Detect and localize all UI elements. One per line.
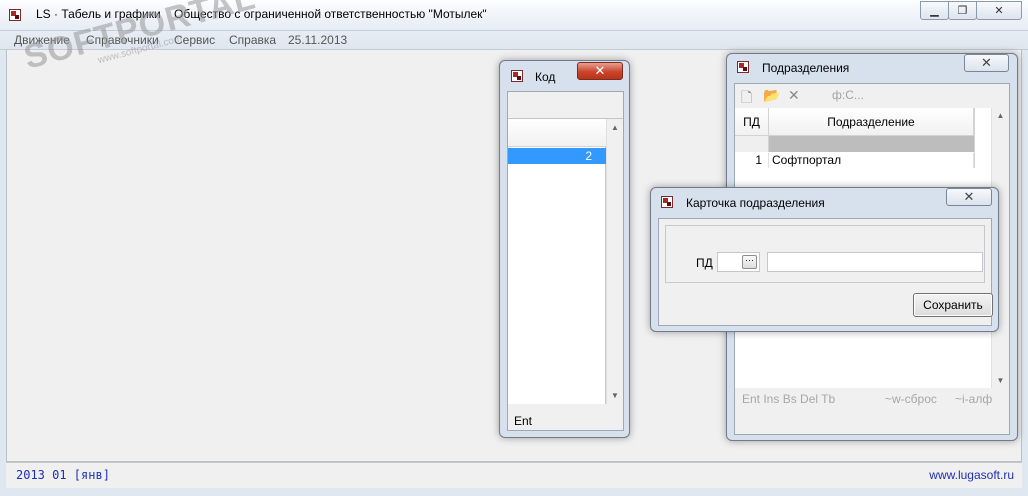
restore-icon: ❐ (957, 5, 968, 17)
menu-date: 25.11.2013 (288, 33, 348, 47)
close-button[interactable]: ✕ (976, 1, 1022, 20)
hint-keys: Ent Ins Bs Del Tb (742, 392, 836, 406)
name-input[interactable] (767, 252, 983, 272)
status-website[interactable]: www.lugasoft.ru (929, 468, 1014, 482)
kod-column-header (508, 119, 606, 147)
new-row-marker (735, 136, 769, 152)
menu-bar: Движение Справочники Сервис Справка 25.1… (0, 31, 1028, 50)
scroll-up-icon[interactable]: ▲ (607, 123, 623, 132)
column-header-pd[interactable]: ПД (735, 108, 769, 136)
close-icon: ✕ (994, 5, 1004, 17)
menu-item-servis[interactable]: Сервис (174, 33, 215, 47)
scroll-down-icon[interactable]: ▼ (607, 391, 623, 400)
kod-window-title: Код (535, 70, 556, 84)
filter-indicator: ф:С... (832, 88, 864, 102)
podrazdeleniya-window-icon (737, 61, 749, 73)
podrazdeleniya-grid[interactable]: ПД Подразделение 1 Софтпортал (735, 108, 974, 169)
status-period: 2013 01 [янв] (16, 468, 110, 482)
pd-input[interactable]: ··· (717, 252, 760, 272)
close-icon: ✕ (981, 55, 992, 70)
kod-close-button[interactable]: ✕ (577, 62, 623, 80)
kod-list[interactable]: 2 (508, 119, 606, 404)
kartochka-window-icon (661, 196, 673, 208)
caption-buttons: ▁ ❐ ✕ (920, 1, 1022, 20)
podrazdeleniya-window-title: Подразделения (762, 61, 850, 75)
scroll-up-icon[interactable]: ▲ (992, 111, 1009, 120)
hint-reset: ~w-сброс (885, 392, 937, 406)
selected-row[interactable] (769, 136, 974, 152)
podrazdeleniya-toolbar: 🗋 📂 ✕ ф:С... (735, 84, 1009, 108)
grid-right-header (974, 108, 991, 168)
kod-footer-hint: Ent (514, 414, 533, 428)
kartochka-close-button[interactable]: ✕ (946, 188, 992, 206)
kod-window-icon (511, 70, 523, 82)
kod-header-panel (508, 92, 623, 119)
window-title: LS · Табель и графики Общество с огранич… (36, 7, 487, 21)
restore-button[interactable]: ❐ (948, 1, 977, 20)
menu-item-spravka[interactable]: Справка (229, 33, 276, 47)
table-cell-name[interactable]: Софтпортал (769, 153, 974, 169)
podrazdeleniya-close-button[interactable]: ✕ (964, 54, 1009, 72)
open-folder-icon[interactable]: 📂 (763, 87, 780, 104)
lookup-button[interactable]: ··· (742, 255, 757, 269)
menu-item-spravochniki[interactable]: Справочники (86, 33, 159, 47)
table-cell-pd[interactable]: 1 (735, 153, 769, 169)
save-button[interactable]: Сохранить (913, 293, 993, 317)
app-icon (9, 9, 21, 21)
kod-selected-row[interactable]: 2 (508, 148, 606, 164)
delete-icon[interactable]: ✕ (788, 87, 800, 104)
hint-alpha: ~i-алф (955, 392, 993, 406)
menu-item-dvizhenie[interactable]: Движение (14, 33, 70, 47)
minimize-button[interactable]: ▁ (920, 1, 949, 20)
kod-client-area: 2 ▲ ▼ Ent (507, 91, 624, 431)
kod-window[interactable]: Код ✕ 2 ▲ ▼ Ent (499, 60, 630, 438)
kartochka-window-title: Карточка подразделения (686, 196, 825, 210)
kartochka-window[interactable]: Карточка подразделения ✕ ПД ··· Сохранит… (650, 187, 999, 332)
scroll-down-icon[interactable]: ▼ (992, 376, 1009, 385)
kartochka-client-area: ПД ··· Сохранить (658, 218, 993, 326)
minimize-icon: ▁ (930, 5, 939, 17)
kod-scrollbar[interactable]: ▲ ▼ (606, 119, 623, 404)
close-icon: ✕ (594, 63, 606, 78)
column-header-podrazdelenie[interactable]: Подразделение (769, 108, 974, 136)
status-bar: 2013 01 [янв] www.lugasoft.ru (6, 462, 1022, 488)
pd-label: ПД (696, 256, 713, 270)
podrazdeleniya-hint-bar: Ent Ins Bs Del Tb ~w-сброс ~i-алф (735, 388, 1009, 410)
kartochka-fields-group: ПД ··· (665, 225, 985, 283)
main-titlebar[interactable]: LS · Табель и графики Общество с огранич… (0, 0, 1028, 31)
close-icon: ✕ (963, 189, 975, 204)
